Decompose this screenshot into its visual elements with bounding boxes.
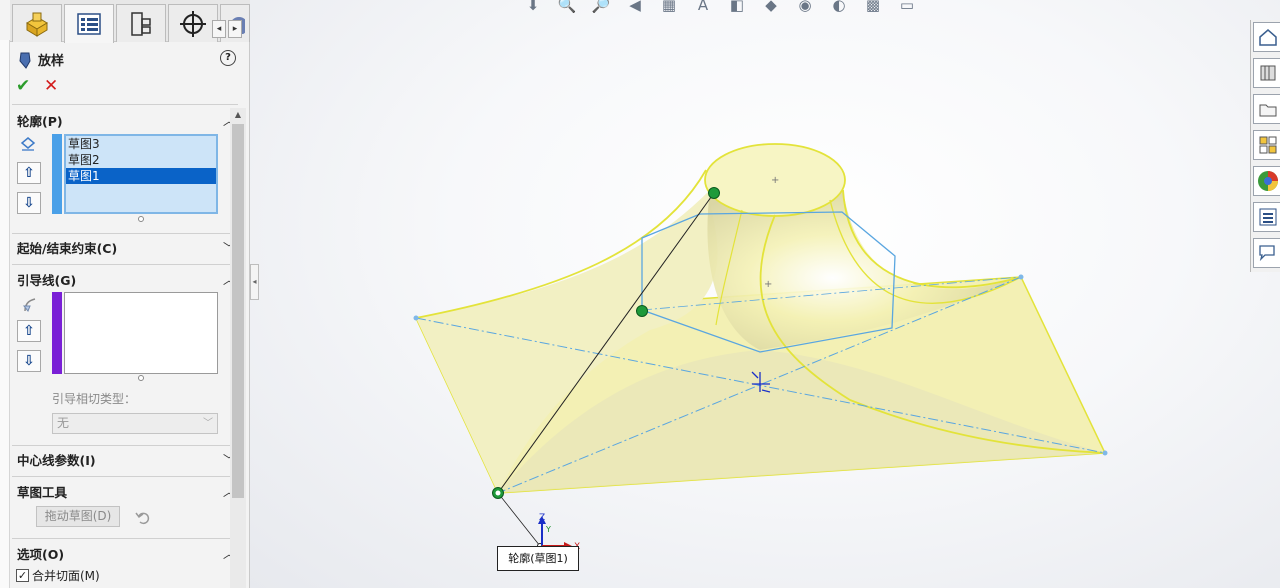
help-button[interactable]: ? <box>220 50 236 66</box>
svg-text:+: + <box>764 279 772 290</box>
ok-button[interactable]: ✔ <box>16 76 30 96</box>
centerline-section-header[interactable]: 中心线参数(I) ﹀ <box>17 450 235 468</box>
move-down-button[interactable]: ⇩ <box>17 192 41 214</box>
start-end-section-header[interactable]: 起始/结束约束(C) ﹀ <box>17 238 235 256</box>
profile-callout[interactable]: 轮廓(草图1) <box>497 546 579 571</box>
divider <box>12 104 238 105</box>
triad-y-label: Y <box>545 525 551 534</box>
profile-item[interactable]: 草图2 <box>66 152 216 168</box>
profile-selection-icon <box>20 137 36 151</box>
view-orientation-icon[interactable]: ⬇ <box>520 0 546 15</box>
cancel-button[interactable]: ✕ <box>44 76 58 96</box>
options-section-header[interactable]: 选项(O) ︿ <box>17 544 235 562</box>
guides-header-label: 引导线(G) <box>17 272 77 288</box>
property-manager-icon <box>77 13 101 35</box>
appearances-icon[interactable] <box>1253 166 1280 196</box>
dropdown-chevron-icon: ﹀ <box>203 418 213 429</box>
divider <box>12 476 238 477</box>
tab-property-manager[interactable] <box>64 4 114 43</box>
centerline-header-label: 中心线参数(I) <box>17 452 96 468</box>
edit-appearance-icon[interactable]: ◉ <box>792 0 818 15</box>
hide-show-icon[interactable]: ◆ <box>758 0 784 15</box>
dynamic-annotation-icon[interactable]: A <box>690 0 716 15</box>
tab-dimxpert-manager[interactable] <box>168 4 218 42</box>
guides-list[interactable] <box>64 292 218 374</box>
left-strip <box>0 40 10 588</box>
guide-move-down-button[interactable]: ⇩ <box>17 350 41 372</box>
feature-manager-icon <box>26 12 48 37</box>
feature-title: 放样 <box>18 50 64 69</box>
profile-item-selected[interactable]: 草图1 <box>66 168 216 184</box>
dimxpert-manager-icon <box>180 10 206 37</box>
undo-icon[interactable] <box>134 508 152 526</box>
tab-configuration-manager[interactable] <box>116 4 166 42</box>
sketch-tools-section-header[interactable]: 草图工具 ︿ <box>17 482 235 500</box>
guide-curve-icon <box>22 298 36 312</box>
task-pane-toolbar <box>1250 20 1280 272</box>
zoom-area-icon[interactable]: 🔎 <box>588 0 614 15</box>
tab-feature-manager[interactable] <box>12 4 62 42</box>
zoom-fit-icon[interactable]: 🔍 <box>554 0 580 15</box>
tangency-type-value: 无 <box>57 416 70 430</box>
property-manager-content: 放样 ? ✔ ✕ 轮廓(P) ︿ ⇧ ⇩ 草图3 草图2 草图1 起始/结束约束… <box>10 42 238 588</box>
start-end-header-label: 起始/结束约束(C) <box>17 240 118 256</box>
profile-item[interactable]: 草图3 <box>66 136 216 152</box>
divider <box>12 538 238 539</box>
parts-library-icon[interactable] <box>1253 58 1280 88</box>
profiles-list[interactable]: 草图3 草图2 草图1 <box>64 134 218 214</box>
property-manager-scrollbar[interactable]: ▲ <box>230 108 246 588</box>
home-icon[interactable] <box>1253 22 1280 52</box>
file-explorer-icon[interactable] <box>1253 94 1280 124</box>
divider <box>12 233 238 234</box>
merge-faces-label: 合并切面(M) <box>32 569 100 583</box>
scroll-up-arrow[interactable]: ▲ <box>230 108 246 122</box>
connector-point[interactable] <box>636 305 648 317</box>
guides-section-header[interactable]: 引导线(G) ︿ <box>17 270 235 288</box>
guide-color-bar <box>52 292 62 374</box>
panel-collapse-handle[interactable]: ◂ <box>250 264 259 300</box>
guide-move-up-button[interactable]: ⇧ <box>17 320 41 342</box>
monitor-icon[interactable]: ▭ <box>894 0 920 15</box>
graphics-viewport[interactable]: + + ⬇ 🔍 🔎 ◀ ▦ A ◧ ◆ ◉ ◐ ▩ ▭ ✔ ✖ Z X Y <box>250 0 1280 588</box>
tangency-type-label: 引导相切类型： <box>52 392 137 406</box>
scroll-thumb[interactable] <box>232 124 244 498</box>
merge-faces-option[interactable]: ✓ 合并切面(M) <box>16 567 100 584</box>
configuration-manager-icon <box>131 11 151 36</box>
forum-icon[interactable] <box>1253 238 1280 268</box>
view-settings-icon[interactable]: ▩ <box>860 0 886 15</box>
profiles-section-header[interactable]: 轮廓(P) ︿ <box>17 111 235 129</box>
list-resize-handle[interactable] <box>138 375 144 381</box>
tangency-type-select[interactable]: 无 ﹀ <box>52 413 218 434</box>
display-style-icon[interactable]: ◧ <box>724 0 750 15</box>
sketch-tools-header-label: 草图工具 <box>17 484 68 500</box>
custom-properties-icon[interactable] <box>1253 202 1280 232</box>
triad-z-label: Z <box>539 513 545 523</box>
manager-tabs: ◂ ▸ <box>10 0 250 43</box>
previous-view-icon[interactable]: ◀ <box>622 0 648 15</box>
drag-sketch-button[interactable]: 拖动草图(D) <box>36 506 120 527</box>
heads-up-view-toolbar: ⬇ 🔍 🔎 ◀ ▦ A ◧ ◆ ◉ ◐ ▩ ▭ <box>520 0 920 16</box>
property-manager-panel: ◂ ▸ 放样 ? ✔ ✕ 轮廓(P) ︿ ⇧ ⇩ 草图3 草图2 草图1 起始/… <box>0 0 250 588</box>
divider <box>12 264 238 265</box>
options-header-label: 选项(O) <box>17 546 65 562</box>
profile-color-bar <box>52 134 62 214</box>
tabs-scroll-left[interactable]: ◂ <box>212 20 226 38</box>
divider <box>12 445 238 446</box>
list-resize-handle[interactable] <box>138 216 144 222</box>
merge-faces-checkbox[interactable]: ✓ <box>16 569 29 582</box>
profiles-header-label: 轮廓(P) <box>17 113 63 129</box>
loft-model[interactable]: + + <box>250 0 1280 588</box>
move-up-button[interactable]: ⇧ <box>17 162 41 184</box>
loft-icon <box>19 52 31 69</box>
connector-point[interactable] <box>708 187 720 199</box>
tabs-scroll-right[interactable]: ▸ <box>228 20 242 38</box>
svg-text:+: + <box>771 175 779 186</box>
apply-scene-icon[interactable]: ◐ <box>826 0 852 15</box>
view-palette-icon[interactable] <box>1253 130 1280 160</box>
feature-name: 放样 <box>38 54 65 69</box>
section-view-icon[interactable]: ▦ <box>656 0 682 15</box>
